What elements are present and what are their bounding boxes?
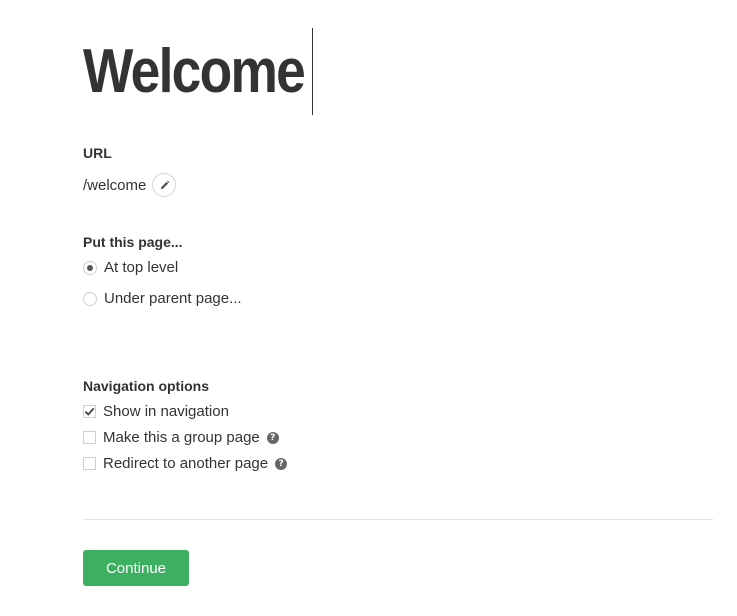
pencil-icon xyxy=(160,180,170,189)
radio-label: Under parent page... xyxy=(104,290,242,307)
question-circle-icon[interactable]: ? xyxy=(275,457,288,470)
placement-label: Put this page... xyxy=(83,234,183,250)
checkbox-group-page[interactable]: Make this a group page ? xyxy=(83,429,279,446)
edit-url-button[interactable] xyxy=(152,173,177,197)
checkbox-label: Redirect to another page xyxy=(103,455,269,472)
text-caret xyxy=(312,28,313,115)
checkmark-icon xyxy=(84,407,95,416)
divider xyxy=(83,519,713,520)
radio-under-parent[interactable]: Under parent page... xyxy=(83,290,242,307)
checkbox[interactable] xyxy=(83,457,96,470)
checkbox-redirect[interactable]: Redirect to another page ? xyxy=(83,455,288,472)
radio-button[interactable] xyxy=(83,291,97,306)
continue-button[interactable]: Continue xyxy=(83,550,189,586)
url-label: URL xyxy=(83,145,112,161)
page-title[interactable]: Welcome xyxy=(83,41,306,103)
radio-label: At top level xyxy=(104,259,179,276)
checkbox-checked[interactable] xyxy=(83,405,96,418)
checkbox-show-in-navigation[interactable]: Show in navigation xyxy=(83,403,229,420)
checkbox[interactable] xyxy=(83,431,96,444)
url-value: /welcome xyxy=(83,176,147,194)
checkbox-label: Show in navigation xyxy=(103,403,229,420)
page-title-field[interactable]: Welcome xyxy=(83,28,340,116)
radio-button-selected[interactable] xyxy=(83,260,97,275)
navigation-options-label: Navigation options xyxy=(83,378,209,394)
checkbox-label: Make this a group page xyxy=(103,429,260,446)
radio-top-level[interactable]: At top level xyxy=(83,259,178,276)
question-circle-icon[interactable]: ? xyxy=(266,431,279,444)
url-row: /welcome xyxy=(83,173,177,197)
